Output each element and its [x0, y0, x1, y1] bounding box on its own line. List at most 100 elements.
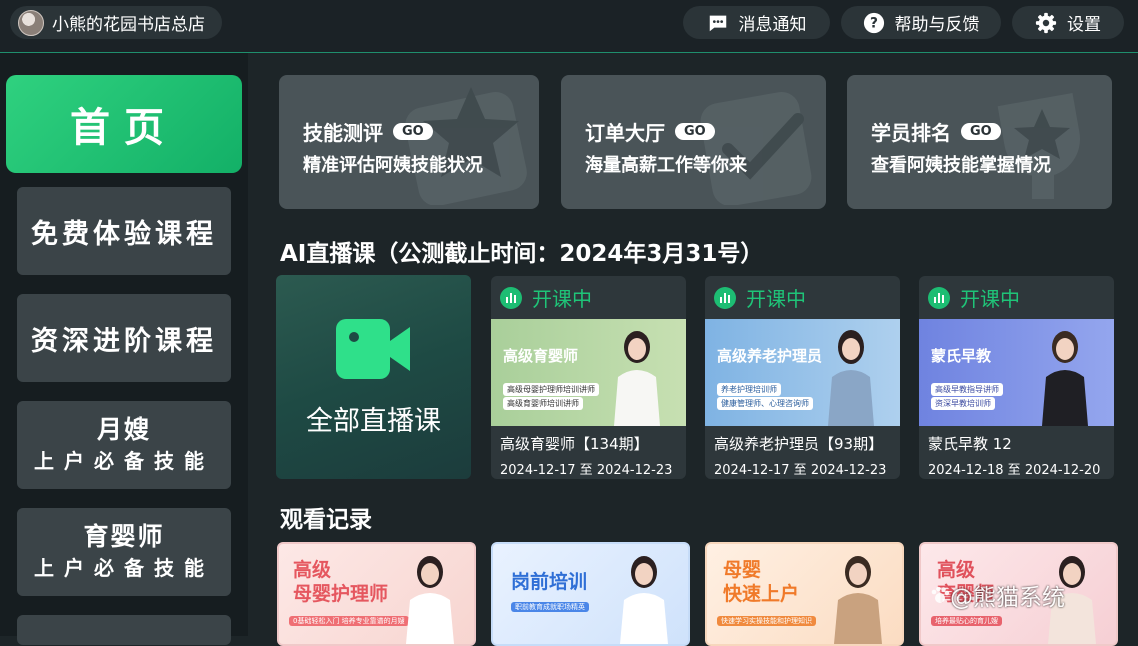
thumb-line: 养老护理培训师	[717, 383, 781, 396]
go-badge: GO	[961, 123, 1001, 140]
instructor-photo	[1042, 331, 1088, 426]
gear-icon	[1035, 12, 1057, 33]
feature-title: 订单大厅 GO	[585, 117, 715, 146]
paw-icon	[931, 586, 950, 603]
sidebar-free-label: 免费体验课程	[31, 218, 217, 250]
course-title: 蒙氏早教 12	[928, 435, 1012, 453]
course-thumbnail: 蒙氏早教 高级早教指导讲师 资深早教培训师	[919, 319, 1114, 426]
sidebar-item4-subtitle: 上户必备技能	[34, 556, 214, 580]
sidebar-advanced-label: 资深进阶课程	[31, 325, 217, 357]
sidebar-item4-title: 育婴师	[83, 522, 165, 551]
thumb-title: 蒙氏早教	[931, 347, 992, 365]
live-status-row: 开课中	[705, 276, 900, 319]
feature-student-ranking[interactable]: 学员排名 GO 查看阿姨技能掌握情况	[847, 75, 1112, 209]
course-date: 2024-12-17 至 2024-12-23	[714, 463, 887, 478]
live-course-card[interactable]: 开课中 高级育婴师 高级母婴护理师培训讲师 高级育婴师培训讲师 高级育婴师【13…	[491, 276, 686, 479]
feature-subtitle: 查看阿姨技能掌握情况	[871, 155, 1051, 176]
svg-text:?: ?	[870, 15, 878, 31]
sidebar-home-label: 首页	[70, 105, 178, 151]
course-thumbnail: 高级养老护理员 养老护理培训师 健康管理师、心理咨询师	[705, 319, 900, 426]
history-tagline: 职前教育成就职场精英	[511, 602, 589, 612]
feature-title-text: 订单大厅	[585, 121, 665, 145]
top-bar: 小熊的花园书店总店 消息通知 ? 帮助与反馈 设置	[0, 0, 1138, 53]
instructor-photo	[834, 556, 882, 644]
feature-subtitle: 海量高薪工作等你来	[585, 155, 747, 176]
feature-title-text: 学员排名	[871, 121, 951, 145]
live-bars-icon	[500, 286, 522, 309]
video-camera-icon	[336, 319, 410, 379]
go-badge: GO	[675, 123, 715, 140]
sidebar-item-free-courses[interactable]: 免费体验课程	[17, 187, 231, 275]
history-tagline: 0基础轻松入门 培养专业靠谱的月嫂	[289, 616, 409, 626]
course-thumbnail: 高级育婴师 高级母婴护理师培训讲师 高级育婴师培训讲师	[491, 319, 686, 426]
history-tagline: 快速学习实操技能和护理知识	[717, 616, 816, 626]
settings-button[interactable]: 设置	[1012, 6, 1124, 39]
live-section-title: AI直播课（公测截止时间：2024年3月31号）	[280, 241, 764, 267]
course-date: 2024-12-17 至 2024-12-23	[500, 463, 673, 478]
live-status-row: 开课中	[491, 276, 686, 319]
thumb-line: 健康管理师、心理咨询师	[717, 397, 813, 410]
thumb-line: 高级早教指导讲师	[931, 383, 1003, 396]
go-badge: GO	[393, 123, 433, 140]
live-bars-icon	[928, 286, 950, 309]
sidebar-item3-subtitle: 上户必备技能	[34, 449, 214, 473]
course-title: 高级育婴师【134期】	[500, 435, 649, 453]
sidebar-item-childcare[interactable]: 育婴师 上户必备技能	[17, 508, 231, 596]
live-status: 开课中	[746, 287, 806, 311]
main-content: 技能测评 GO 精准评估阿姨技能状况 订单大厅 GO 海量高薪工作等你来 学员排…	[248, 53, 1138, 646]
sidebar-item3-title: 月嫂	[96, 415, 151, 444]
live-bars-icon	[714, 286, 736, 309]
history-title: 高级	[293, 559, 332, 581]
thumb-line: 资深早教培训师	[931, 397, 995, 410]
feature-order-hall[interactable]: 订单大厅 GO 海量高薪工作等你来	[561, 75, 826, 209]
messages-label: 消息通知	[738, 15, 807, 35]
message-icon	[709, 15, 726, 31]
instructor-photo	[406, 556, 454, 644]
history-subtitle: 母婴护理师	[293, 583, 389, 605]
history-subtitle: 快速上户	[723, 583, 800, 605]
help-feedback-button[interactable]: ? 帮助与反馈	[841, 6, 1001, 39]
all-live-courses-card[interactable]: 全部直播课	[276, 275, 471, 479]
sidebar-item-home[interactable]: 首页	[6, 75, 242, 173]
thumb-title: 高级育婴师	[503, 347, 579, 365]
instructor-photo	[620, 556, 668, 644]
avatar	[18, 9, 44, 36]
instructor-photo	[828, 330, 874, 426]
history-tagline: 培养最贴心的育儿嫂	[931, 616, 1002, 626]
sidebar-item-advanced-courses[interactable]: 资深进阶课程	[17, 294, 231, 382]
history-card[interactable]: 母婴 快速上户 快速学习实操技能和护理知识	[705, 542, 904, 646]
feature-title-text: 技能测评	[303, 121, 383, 145]
watermark: @熊猫系统	[930, 578, 1065, 612]
instructor-photo	[614, 331, 660, 426]
live-status: 开课中	[532, 287, 592, 311]
live-status: 开课中	[960, 287, 1020, 311]
live-course-card[interactable]: 开课中 蒙氏早教 高级早教指导讲师 资深早教培训师 蒙氏早教 12 2024-1…	[919, 276, 1114, 479]
store-name: 小熊的花园书店总店	[52, 15, 205, 35]
history-title: 母婴	[723, 559, 762, 581]
thumb-line: 高级母婴护理师培训讲师	[503, 383, 599, 396]
sidebar: 首页 免费体验课程 资深进阶课程 月嫂 上户必备技能 育婴师 上户必备技能	[0, 53, 248, 645]
messages-button[interactable]: 消息通知	[683, 6, 830, 39]
feature-skill-assessment[interactable]: 技能测评 GO 精准评估阿姨技能状况	[279, 75, 539, 209]
history-section-title: 观看记录	[280, 507, 372, 533]
all-live-label: 全部直播课	[306, 406, 441, 437]
help-label: 帮助与反馈	[894, 15, 980, 35]
history-title: 岗前培训	[511, 571, 588, 593]
history-card[interactable]: 高级 母婴护理师 0基础轻松入门 培养专业靠谱的月嫂	[277, 542, 476, 646]
course-title: 高级养老护理员【93期】	[714, 435, 884, 453]
sidebar-item-maternity-nurse[interactable]: 月嫂 上户必备技能	[17, 401, 231, 489]
history-card[interactable]: 岗前培训 职前教育成就职场精英	[491, 542, 690, 646]
watermark-text: @熊猫系统	[950, 585, 1065, 611]
course-date: 2024-12-18 至 2024-12-20	[928, 463, 1101, 478]
live-course-card[interactable]: 开课中 高级养老护理员 养老护理培训师 健康管理师、心理咨询师 高级养老护理员【…	[705, 276, 900, 479]
thumb-title: 高级养老护理员	[717, 347, 823, 365]
sidebar-item-more[interactable]	[17, 615, 231, 645]
feature-title: 学员排名 GO	[871, 117, 1001, 146]
feature-subtitle: 精准评估阿姨技能状况	[303, 155, 483, 176]
help-icon: ?	[863, 12, 884, 33]
live-status-row: 开课中	[919, 276, 1114, 319]
store-switcher[interactable]: 小熊的花园书店总店	[10, 6, 222, 39]
settings-label: 设置	[1067, 15, 1101, 35]
thumb-line: 高级育婴师培训讲师	[503, 397, 583, 410]
feature-title: 技能测评 GO	[303, 117, 433, 146]
